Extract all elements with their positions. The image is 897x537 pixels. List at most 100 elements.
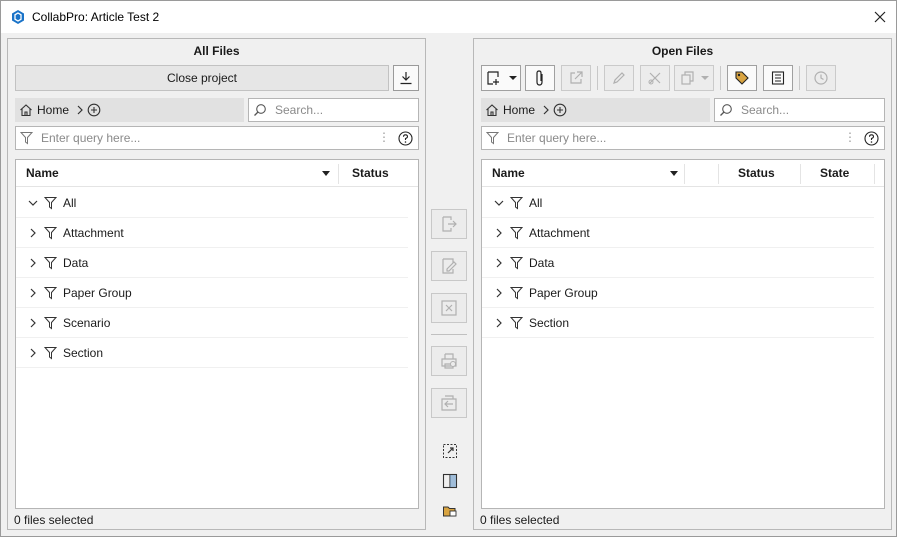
- home-icon[interactable]: [19, 103, 33, 117]
- tree-row[interactable]: Attachment: [16, 218, 408, 248]
- external-link-button[interactable]: [561, 65, 591, 91]
- filter-icon: [486, 132, 499, 145]
- export-icon: [441, 395, 457, 411]
- search-box: [714, 98, 885, 122]
- close-window-button[interactable]: [864, 1, 896, 33]
- folder-scan-icon[interactable]: [441, 502, 459, 520]
- dropdown-arrow-icon: [700, 76, 709, 80]
- toolbar-divider: [720, 66, 721, 90]
- tree-row[interactable]: Section: [16, 338, 408, 368]
- tree-row[interactable]: Attachment: [482, 218, 874, 248]
- tree-row[interactable]: Scenario: [16, 308, 408, 338]
- column-name[interactable]: Name: [492, 160, 525, 187]
- toolbar-divider: [799, 66, 800, 90]
- home-icon[interactable]: [485, 103, 499, 117]
- tag-button[interactable]: [727, 65, 757, 91]
- search-icon: [720, 104, 732, 116]
- chevron-right-icon[interactable]: [26, 258, 40, 268]
- filter-icon: [20, 132, 33, 145]
- copy-dropdown-button[interactable]: [674, 65, 714, 91]
- chevron-right-icon[interactable]: [492, 228, 506, 238]
- sort-arrow-icon[interactable]: [322, 160, 330, 187]
- file-tree: Name Status All Attachment Data Paper Group…: [15, 159, 419, 509]
- chevron-right-icon[interactable]: [492, 258, 506, 268]
- filter-icon: [510, 286, 523, 300]
- filter-icon: [510, 196, 523, 210]
- chevron-right-icon[interactable]: [492, 288, 506, 298]
- tree-row[interactable]: Paper Group: [482, 278, 874, 308]
- column-divider[interactable]: [684, 164, 685, 184]
- tree-item-label: Data: [63, 255, 89, 270]
- chevron-down-icon[interactable]: [492, 199, 506, 207]
- chevron-right-icon: [76, 105, 84, 115]
- tree-item-label: Attachment: [63, 225, 124, 240]
- more-options-icon[interactable]: ⋮: [378, 130, 390, 144]
- close-file-button[interactable]: [431, 293, 467, 323]
- open-files-panel: Open Files Home Search... Enter query he…: [473, 38, 892, 530]
- chevron-right-icon[interactable]: [26, 228, 40, 238]
- search-input[interactable]: [739, 102, 879, 118]
- search-box: [248, 98, 419, 122]
- tree-row[interactable]: All: [482, 188, 874, 218]
- help-icon[interactable]: [398, 131, 413, 149]
- query-input[interactable]: [505, 130, 805, 146]
- column-divider[interactable]: [874, 164, 875, 184]
- tree-row[interactable]: Data: [16, 248, 408, 278]
- add-circle-icon[interactable]: [87, 103, 101, 117]
- column-status[interactable]: Status: [352, 160, 389, 187]
- filter-icon: [44, 226, 57, 240]
- edit-file-button[interactable]: [431, 251, 467, 281]
- close-project-button[interactable]: Close project: [15, 65, 389, 91]
- more-options-icon[interactable]: ⋮: [844, 130, 856, 144]
- tree-item-label: Scenario: [63, 315, 111, 330]
- column-divider[interactable]: [800, 164, 801, 184]
- print-button[interactable]: [431, 346, 467, 376]
- cut-button[interactable]: [640, 65, 670, 91]
- tree-row[interactable]: Paper Group: [16, 278, 408, 308]
- filter-icon: [44, 196, 57, 210]
- sort-arrow-icon[interactable]: [670, 160, 678, 187]
- tree-item-label: All: [529, 195, 543, 210]
- column-status[interactable]: Status: [738, 160, 775, 187]
- chevron-down-icon[interactable]: [26, 199, 40, 207]
- search-icon: [254, 104, 266, 116]
- column-divider[interactable]: [718, 164, 719, 184]
- scissors-icon: [648, 72, 661, 85]
- open-file-button[interactable]: [431, 209, 467, 239]
- select-area-icon[interactable]: [441, 442, 459, 460]
- attach-button[interactable]: [525, 65, 555, 91]
- tag-icon: [735, 71, 749, 85]
- chevron-right-icon: [542, 105, 550, 115]
- filter-icon: [510, 226, 523, 240]
- search-input[interactable]: [273, 102, 413, 118]
- split-view-icon[interactable]: [441, 472, 459, 490]
- chevron-right-icon[interactable]: [492, 318, 506, 328]
- tree-row[interactable]: All: [16, 188, 408, 218]
- breadcrumb-home[interactable]: Home: [503, 103, 535, 117]
- tree-row[interactable]: Data: [482, 248, 874, 278]
- export-button[interactable]: [431, 388, 467, 418]
- download-button[interactable]: [393, 65, 419, 91]
- chevron-right-icon[interactable]: [26, 348, 40, 358]
- dropdown-arrow-icon: [509, 76, 517, 80]
- help-icon[interactable]: [864, 131, 879, 149]
- properties-button[interactable]: [763, 65, 793, 91]
- query-input[interactable]: [39, 130, 339, 146]
- status-text: 0 files selected: [480, 513, 560, 527]
- tree-item-label: Data: [529, 255, 555, 270]
- tree-row[interactable]: Section: [482, 308, 874, 338]
- external-link-icon: [570, 71, 583, 84]
- rename-button[interactable]: [604, 65, 634, 91]
- tree-item-label: Section: [529, 315, 570, 330]
- add-circle-icon[interactable]: [553, 103, 567, 117]
- history-button[interactable]: [806, 65, 836, 91]
- chevron-right-icon[interactable]: [26, 318, 40, 328]
- new-file-dropdown-button[interactable]: [481, 65, 521, 91]
- close-icon: [874, 11, 886, 23]
- breadcrumb-home[interactable]: Home: [37, 103, 69, 117]
- chevron-right-icon[interactable]: [26, 288, 40, 298]
- column-divider[interactable]: [338, 164, 339, 184]
- column-state[interactable]: State: [820, 160, 849, 187]
- tree-item-label: Attachment: [529, 225, 590, 240]
- column-name[interactable]: Name: [26, 160, 59, 187]
